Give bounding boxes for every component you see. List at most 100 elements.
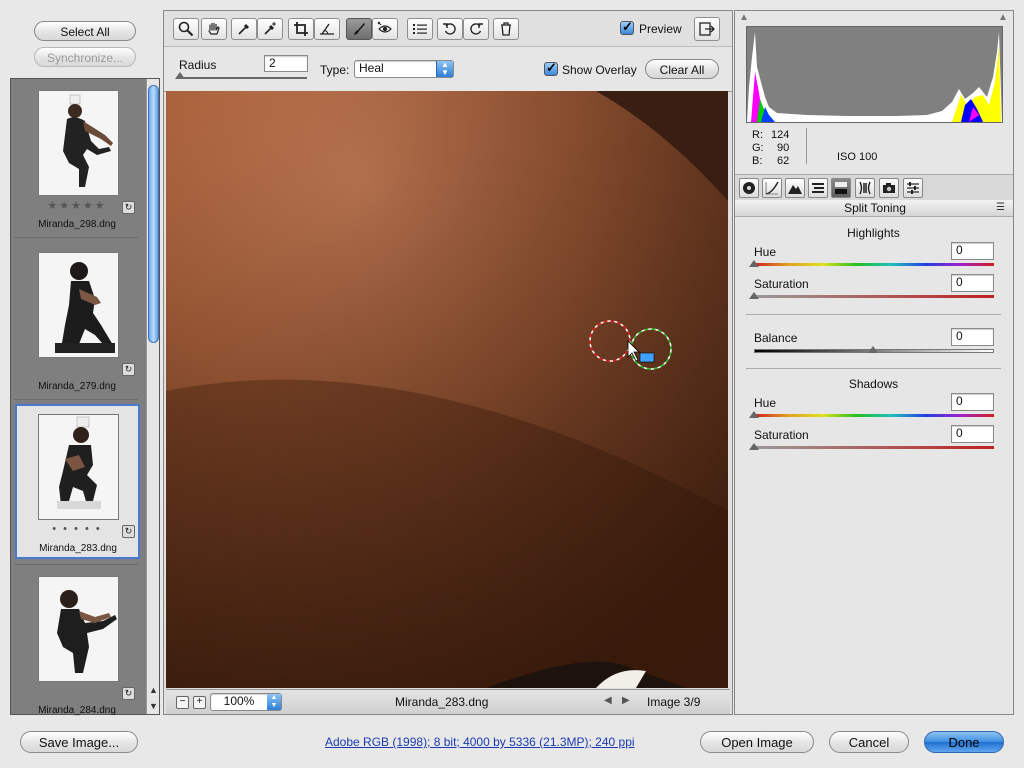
- eye-icon: [377, 21, 392, 33]
- spot-removal-tool-button[interactable]: [346, 18, 372, 40]
- tab-presets[interactable]: [903, 178, 923, 198]
- fullscreen-toggle-button[interactable]: [694, 17, 720, 41]
- prev-image-button[interactable]: ◀: [604, 695, 612, 706]
- blue-readout-label: B:: [752, 155, 763, 167]
- rotate-left-button[interactable]: [437, 18, 463, 40]
- crop-tool-button[interactable]: [288, 18, 314, 40]
- tab-lens-corrections[interactable]: [855, 178, 875, 198]
- presets-sliders-icon: [907, 182, 919, 194]
- rotate-badge-icon: ↻: [122, 363, 135, 376]
- rotate-right-button[interactable]: [463, 18, 489, 40]
- scroll-up-arrow-icon[interactable]: ▲: [149, 685, 158, 695]
- preferences-button[interactable]: [407, 18, 433, 40]
- crop-icon: [294, 22, 308, 36]
- done-button[interactable]: Done: [924, 731, 1004, 753]
- photo-skin-image: [166, 91, 728, 688]
- filmstrip-scroll-thumb[interactable]: [148, 85, 159, 343]
- magnifier-icon: [178, 21, 194, 37]
- zoom-out-button[interactable]: −: [176, 696, 189, 709]
- tab-hsl[interactable]: [808, 178, 828, 198]
- clear-all-button[interactable]: Clear All: [645, 59, 719, 79]
- chevron-updown-icon: ▲ ▼: [267, 694, 281, 710]
- hsl-bars-icon: [812, 183, 824, 193]
- next-image-button[interactable]: ▶: [622, 695, 630, 706]
- thumbnail-filename: Miranda_298.dng: [38, 219, 116, 230]
- blue-readout-value: 62: [777, 155, 790, 167]
- shadows-saturation-input[interactable]: 0: [951, 425, 994, 443]
- color-sampler-tool-button[interactable]: [257, 18, 283, 40]
- radius-label: Radius: [179, 58, 217, 72]
- thumbnail-image: [38, 90, 119, 196]
- white-balance-tool-button[interactable]: [231, 18, 257, 40]
- shadows-hue-slider[interactable]: [754, 414, 994, 417]
- type-label: Type:: [320, 63, 350, 77]
- trash-button[interactable]: [493, 18, 519, 40]
- thumbnail-image: [38, 414, 119, 520]
- radius-slider-knob[interactable]: [175, 72, 185, 79]
- shadows-hue-input[interactable]: 0: [951, 393, 994, 411]
- rotate-badge-icon: ↻: [122, 525, 135, 538]
- radius-slider-track[interactable]: [179, 77, 307, 79]
- current-filename: Miranda_283.dng: [395, 695, 489, 709]
- image-canvas[interactable]: [166, 91, 728, 688]
- section-divider: [746, 314, 1001, 315]
- zoom-tool-button[interactable]: [173, 18, 199, 40]
- filmstrip-divider: [14, 399, 138, 400]
- tab-camera-calibration[interactable]: [879, 178, 899, 198]
- highlights-saturation-knob[interactable]: [749, 292, 759, 299]
- radius-input[interactable]: 2: [264, 55, 308, 72]
- thumbnail-image: [38, 576, 119, 682]
- shadows-saturation-knob[interactable]: [749, 443, 759, 450]
- show-overlay-checkbox[interactable]: [544, 60, 558, 76]
- highlights-hue-slider[interactable]: [754, 263, 994, 266]
- filmstrip-divider: [14, 564, 138, 565]
- select-all-button[interactable]: Select All: [34, 21, 136, 41]
- thumbnail-item[interactable]: ★★★★★ ↻ Miranda_298.dng: [14, 80, 140, 230]
- preview-label: Preview: [639, 22, 682, 36]
- star-rating[interactable]: ★★★★★: [44, 199, 110, 212]
- thumbnail-filename: Miranda_279.dng: [38, 381, 116, 392]
- filmstrip-scrollbar[interactable]: ▲ ▼: [146, 79, 159, 714]
- type-select-value: Heal: [359, 61, 384, 75]
- zoom-level-select[interactable]: 100% ▲ ▼: [210, 693, 282, 711]
- cancel-button[interactable]: Cancel: [829, 731, 909, 753]
- highlights-hue-knob[interactable]: [749, 260, 759, 267]
- highlights-saturation-input[interactable]: 0: [951, 274, 994, 292]
- thumbnail-item[interactable]: ↻ Miranda_284.dng: [14, 566, 140, 716]
- histogram: [746, 26, 1003, 123]
- tab-tone-curve[interactable]: [762, 178, 782, 198]
- red-readout-label: R:: [752, 129, 763, 141]
- readout-divider: [806, 128, 807, 164]
- highlights-hue-input[interactable]: 0: [951, 242, 994, 260]
- thumbnail-filename: Miranda_284.dng: [38, 705, 116, 716]
- hand-tool-button[interactable]: [201, 18, 227, 40]
- thumbnail-item-selected[interactable]: • • • • • ↻ Miranda_283.dng: [15, 404, 140, 559]
- balance-input[interactable]: 0: [951, 328, 994, 346]
- rotate-badge-icon: ↻: [122, 201, 135, 214]
- fullscreen-icon: [699, 22, 715, 36]
- zoom-in-button[interactable]: +: [193, 696, 206, 709]
- tab-detail[interactable]: [785, 178, 805, 198]
- highlight-clipping-warning-icon[interactable]: ▲: [998, 12, 1008, 23]
- highlights-saturation-slider[interactable]: [754, 295, 994, 298]
- red-eye-tool-button[interactable]: [372, 18, 398, 40]
- open-image-button[interactable]: Open Image: [700, 731, 814, 753]
- shadows-saturation-slider[interactable]: [754, 446, 994, 449]
- straighten-tool-button[interactable]: [314, 18, 340, 40]
- tab-basic[interactable]: [739, 178, 759, 198]
- synchronize-button[interactable]: Synchronize...: [34, 47, 136, 67]
- thumbnail-item[interactable]: ↻ Miranda_279.dng: [14, 242, 140, 392]
- workflow-options-link[interactable]: Adobe RGB (1998); 8 bit; 4000 by 5336 (2…: [325, 735, 635, 749]
- tab-split-toning[interactable]: [831, 178, 851, 198]
- panel-menu-icon[interactable]: ☰: [996, 202, 1005, 213]
- save-image-button[interactable]: Save Image...: [20, 731, 138, 753]
- preview-checkbox[interactable]: [620, 19, 634, 35]
- star-rating[interactable]: • • • • •: [44, 523, 110, 535]
- show-overlay-label: Show Overlay: [562, 63, 637, 77]
- shadows-hue-knob[interactable]: [749, 411, 759, 418]
- rotate-badge-icon: ↻: [122, 687, 135, 700]
- type-select[interactable]: Heal ▲ ▼: [354, 60, 454, 78]
- balance-knob[interactable]: [868, 346, 878, 353]
- scroll-down-arrow-icon[interactable]: ▼: [149, 701, 158, 711]
- shadow-clipping-warning-icon[interactable]: ▲: [739, 12, 749, 23]
